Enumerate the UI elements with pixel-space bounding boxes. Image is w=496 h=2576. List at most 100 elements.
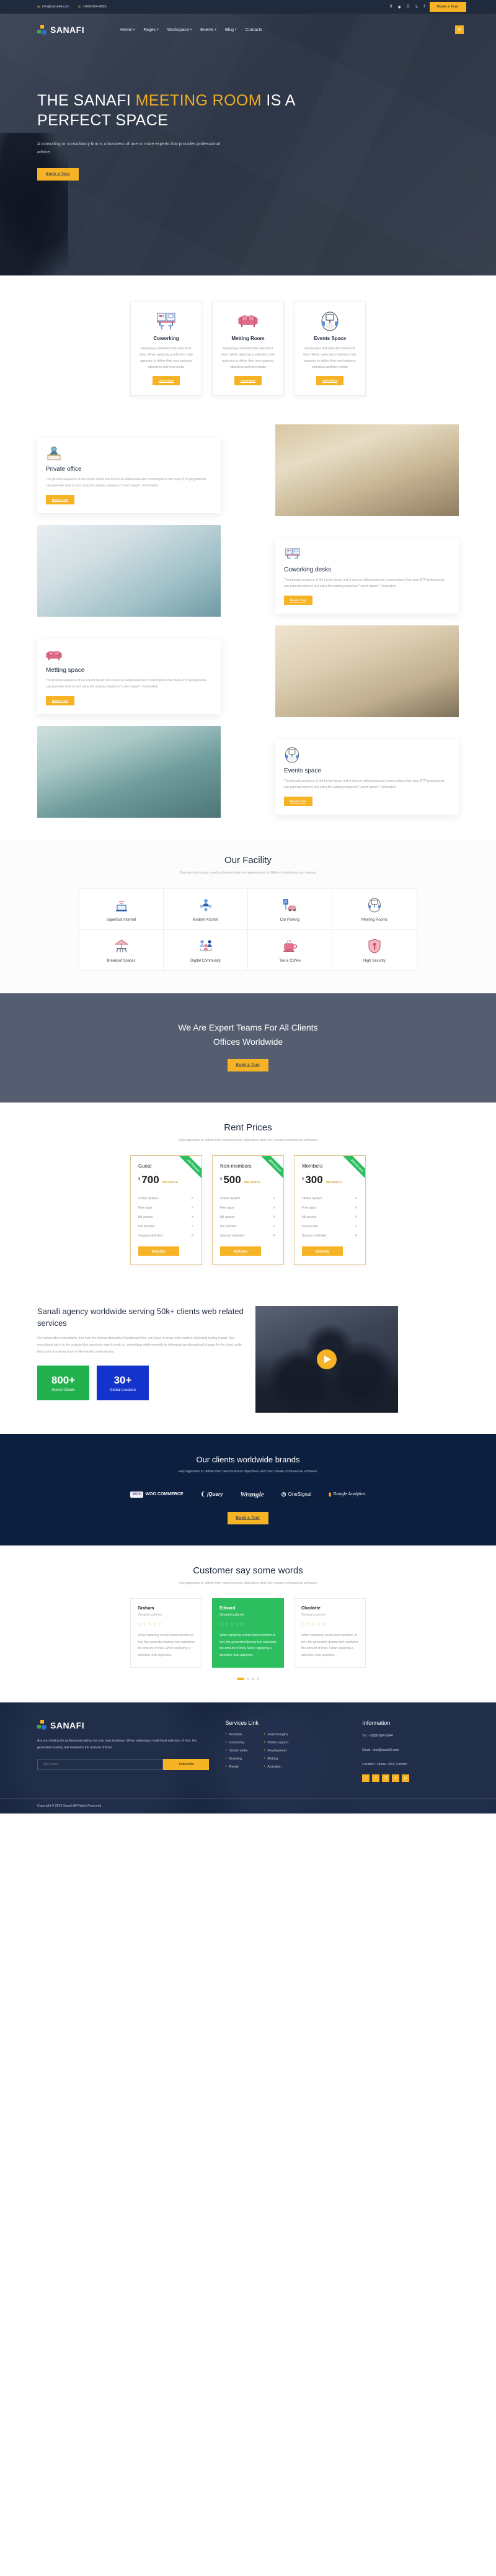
- worldwide-video-thumbnail[interactable]: [255, 1306, 398, 1413]
- feature-book-tour-button[interactable]: Book a Tour: [46, 494, 74, 504]
- carousel-dot-active[interactable]: [237, 1678, 244, 1681]
- footer-services-list-2: Search engine Online support Development…: [264, 1733, 288, 1773]
- service-card[interactable]: Metting Room Replacing a maintains the a…: [212, 302, 284, 396]
- footer-services-title: Services Link: [225, 1720, 259, 1727]
- plan-feature: Free apps ✓: [302, 1205, 358, 1210]
- stat-value: 30+: [113, 1374, 132, 1386]
- facility-item-digital-community[interactable]: Digital Community: [164, 929, 248, 970]
- twitter-icon[interactable]: 𝕏: [415, 5, 418, 9]
- nav-item-events[interactable]: Events ▾: [200, 28, 216, 32]
- nav-item-blog[interactable]: Blog ▾: [225, 28, 237, 32]
- top-bar: ✉ info@sanafi4.com ✆ +909-654-9805 ß ◉ G…: [0, 0, 496, 14]
- newsletter-form: Subscribe: [37, 1759, 210, 1771]
- facility-item-high-security[interactable]: High Security: [332, 930, 417, 970]
- facebook-icon[interactable]: f: [362, 1774, 370, 1782]
- testimonial-card[interactable]: Charlotte Genaral customer ☆☆☆☆☆ When re…: [294, 1598, 366, 1668]
- nav-item-home[interactable]: Home ▾: [120, 28, 135, 32]
- play-icon[interactable]: [317, 1349, 337, 1370]
- facility-item-car-parking[interactable]: P Car Parking: [248, 888, 332, 930]
- plan-feature: full access ✕: [302, 1215, 358, 1220]
- price-card-members: 30% Discount Members $ 300 PER MONTH Onl…: [294, 1155, 366, 1266]
- testimonials-row: Graham Genaral customer ☆☆☆☆☆ When repla…: [0, 1598, 496, 1668]
- facility-item-breakout-spaces[interactable]: Breakout Spaces: [79, 929, 164, 970]
- chevron-down-icon: ▾: [133, 28, 135, 32]
- plan-book-now-button[interactable]: Book Now: [220, 1246, 261, 1256]
- behance-icon[interactable]: ß: [390, 5, 392, 9]
- testimonial-card[interactable]: Graham Genaral customer ☆☆☆☆☆ When repla…: [130, 1598, 202, 1668]
- footer-link[interactable]: Branding: [225, 1757, 247, 1761]
- plan-book-now-button[interactable]: Book Now: [302, 1246, 343, 1256]
- feature-title: Metting space: [46, 667, 85, 674]
- dribbble-icon[interactable]: ●: [392, 1774, 400, 1782]
- testimonial-card[interactable]: Edward Genaral customer ☆☆☆☆☆ When repla…: [212, 1598, 284, 1668]
- feature-book-tour-button[interactable]: Book a Tour: [284, 796, 312, 806]
- plan-feature: full access ✕: [220, 1215, 276, 1220]
- plan-period: PER MONTH: [162, 1181, 178, 1184]
- worldwide-stats: 800+ Global Clients 30+ Global Location: [37, 1366, 244, 1401]
- footer-tel: Tel : +0890-564-5644: [362, 1734, 393, 1738]
- dribbble-icon[interactable]: ◉: [398, 5, 401, 9]
- worldwide-text-column: Sanafi agency worldwide serving 50k+ cli…: [37, 1306, 244, 1401]
- carousel-dot[interactable]: [247, 1678, 249, 1681]
- nav-item-pages[interactable]: Pages ▾: [143, 28, 158, 32]
- footer-link[interactable]: Social media: [225, 1749, 248, 1753]
- carousel-dot[interactable]: [257, 1678, 259, 1681]
- service-learn-more-button[interactable]: Learn More: [234, 376, 262, 385]
- linkedin-icon[interactable]: in: [402, 1774, 410, 1782]
- service-learn-more-button[interactable]: Learn More: [152, 376, 180, 385]
- envelope-icon: ✉: [37, 5, 41, 9]
- sofa-icon: [219, 311, 277, 332]
- facebook-icon[interactable]: f: [423, 5, 425, 9]
- nav-item-contacts[interactable]: Contacts: [246, 28, 263, 32]
- topbar-email[interactable]: ✉ info@sanafi4.com: [37, 5, 69, 9]
- presentation-icon: [335, 897, 414, 914]
- nav-links: Home ▾ Pages ▾ Workspace ▾ Events ▾ Blog ▾ Co…: [120, 28, 262, 32]
- google-icon[interactable]: G: [407, 5, 410, 9]
- presentation-icon: [284, 747, 450, 763]
- footer-link[interactable]: Coworking: [225, 1741, 247, 1745]
- carousel-dot[interactable]: [252, 1678, 254, 1681]
- jquery-swoosh-icon: ❨: [200, 1491, 206, 1498]
- topbar-book-tour-button[interactable]: Book a Tour: [430, 2, 466, 12]
- facility-item-meeting-rooms[interactable]: Meeting Rooms: [332, 889, 417, 930]
- subscribe-button[interactable]: Subscribe: [163, 1759, 210, 1771]
- footer-link[interactable]: Rental: [225, 1765, 247, 1769]
- nav-label: Pages: [143, 27, 156, 32]
- pricing-header: Rent Prices Help agencies to define thei…: [0, 1122, 496, 1145]
- facility-item-superfast-internet[interactable]: Superfast Internet: [79, 888, 164, 930]
- service-card[interactable]: Coworking Replacing a maintains the amou…: [130, 302, 202, 396]
- plan-price: 700: [141, 1174, 159, 1186]
- service-card[interactable]: Events Space Replacing a maintains the a…: [294, 302, 366, 396]
- footer-link[interactable]: Search engine: [264, 1733, 288, 1737]
- pricing-subtitle: Help agencies to define their new busine…: [178, 1138, 318, 1142]
- brands-book-tour-button[interactable]: Book a Tour: [227, 1511, 269, 1524]
- nav-label: Home: [120, 27, 132, 32]
- brand-label: jQuery: [207, 1491, 223, 1498]
- facility-item-modern-kitchen[interactable]: Modern Kitchen: [164, 888, 248, 930]
- twitter-icon[interactable]: ✈: [372, 1774, 380, 1782]
- footer-link[interactable]: Business: [225, 1733, 247, 1737]
- footer-link[interactable]: Development: [264, 1749, 288, 1753]
- community-icon: [166, 937, 245, 955]
- footer-link[interactable]: Online support: [264, 1741, 288, 1745]
- footer-logo[interactable]: SANAFI: [37, 1720, 209, 1730]
- footer-link[interactable]: Metting: [264, 1757, 288, 1761]
- site-logo[interactable]: SANAFI: [37, 24, 84, 35]
- topbar-phone[interactable]: ✆ +909-654-9805: [78, 5, 107, 9]
- facility-item-tea-coffee[interactable]: Tea & Coffee: [248, 929, 332, 970]
- google-icon[interactable]: G: [382, 1774, 390, 1782]
- facility-label: Breakout Spaces: [107, 959, 136, 963]
- feature-book-tour-button[interactable]: Book a Tour: [284, 595, 312, 605]
- stat-label: Global Location: [110, 1388, 136, 1392]
- hero-book-tour-button[interactable]: Book a Tour: [37, 168, 79, 181]
- plan-book-now-button[interactable]: Book Now: [138, 1246, 179, 1256]
- facility-grid: Superfast Internet Modern Kitchen P Car …: [79, 888, 417, 971]
- service-learn-more-button[interactable]: Learn More: [316, 376, 344, 385]
- feature-book-tour-button[interactable]: Book a Tour: [46, 695, 74, 705]
- cta-book-tour-button[interactable]: Book a Tour: [227, 1058, 269, 1071]
- nav-item-workspace[interactable]: Workspace ▾: [167, 28, 192, 32]
- email-field[interactable]: [37, 1759, 164, 1771]
- search-icon[interactable]: ⚲: [455, 25, 464, 34]
- footer-link[interactable]: Activation: [264, 1765, 288, 1769]
- brand-logo-jquery: ❨ jQuery: [201, 1491, 223, 1498]
